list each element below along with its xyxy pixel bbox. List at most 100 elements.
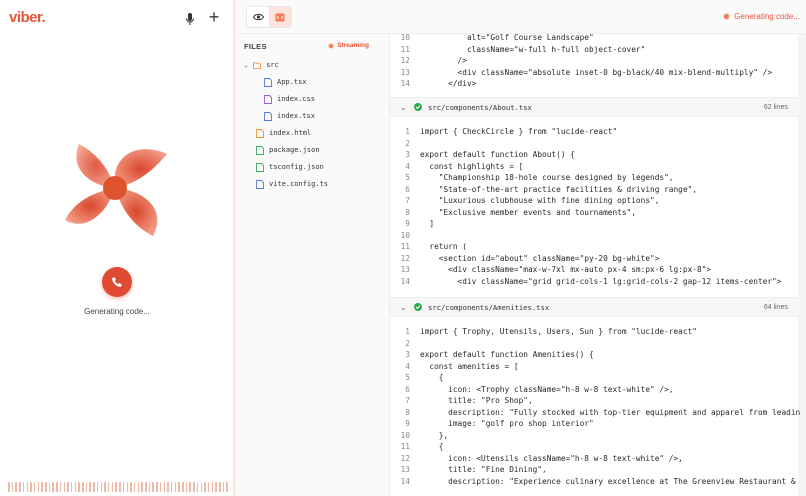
file-vite-config-ts[interactable]: vite.config.ts	[256, 177, 328, 191]
line-number: 11	[400, 44, 410, 54]
line-number: 5	[405, 373, 410, 382]
audio-bar	[148, 482, 151, 492]
audio-bar	[226, 482, 228, 492]
file-path: src/components/About.tsx	[428, 102, 532, 112]
code-line: 8 "Exclusive member events and tournamen…	[390, 207, 636, 219]
file-tsconfig-json[interactable]: tsconfig.json	[256, 160, 324, 174]
code-line: 1 import { Trophy, Utensils, Users, Sun }…	[390, 326, 697, 338]
audio-bar	[30, 482, 32, 492]
streaming-dot-icon	[328, 42, 335, 49]
code-tab[interactable]	[269, 7, 291, 27]
tsx-file-icon	[264, 111, 272, 121]
file-label: vite.config.ts	[269, 180, 329, 188]
audio-bar	[133, 482, 136, 492]
add-icon[interactable]: +	[207, 8, 221, 26]
line-number: 6	[405, 184, 410, 194]
code-text: <section id="about" className="py-20 bg-…	[420, 253, 660, 263]
code-line: 14 </div>	[390, 78, 477, 90]
line-number: 11	[400, 442, 410, 451]
code-viewer: 10 alt="Golf Course Landscape" 11 classNa…	[390, 34, 806, 496]
file-label: App.tsx	[277, 78, 307, 86]
audio-bar	[45, 482, 47, 492]
line-number: 4	[405, 161, 410, 171]
code-line: 4 const highlights = [	[390, 161, 523, 173]
audio-bar	[193, 482, 195, 492]
files-heading: FILES	[244, 42, 267, 51]
line-number: 8	[405, 207, 410, 217]
code-line: 5 {	[390, 372, 443, 384]
audio-bar	[145, 482, 147, 492]
audio-bar	[85, 482, 88, 492]
audio-bar	[159, 482, 162, 492]
file-app-tsx[interactable]: App.tsx	[264, 75, 307, 89]
file-index-html[interactable]: index.html	[256, 126, 311, 140]
file-package-json[interactable]: package.json	[256, 143, 320, 157]
line-number: 1	[405, 327, 410, 336]
css-file-icon	[264, 94, 272, 104]
audio-bar	[141, 482, 143, 492]
audio-bar	[178, 482, 180, 492]
file-path: src/components/Amenities.tsx	[428, 302, 550, 312]
audio-bar	[215, 482, 217, 492]
code-text: {	[420, 373, 444, 382]
audio-bar	[82, 482, 84, 492]
code-line: 10 alt="Golf Course Landscape"	[390, 34, 594, 44]
code-line: 9 image: "golf pro shop interior"	[390, 418, 594, 430]
code-line: 5 "Championship 18-hole course designed …	[390, 172, 673, 184]
code-line: 14 description: "Experience culinary exc…	[390, 476, 796, 488]
code-icon	[275, 13, 285, 21]
code-line: 2	[390, 138, 420, 150]
preview-tab[interactable]	[247, 7, 269, 27]
line-count: 62 lines	[763, 103, 788, 111]
eye-icon	[252, 13, 264, 21]
audio-bar	[67, 482, 69, 492]
call-button[interactable]	[102, 267, 132, 297]
json-file-icon	[256, 162, 264, 172]
line-number: 14	[400, 276, 410, 286]
file-index-css[interactable]: index.css	[264, 92, 315, 106]
file-section-header[interactable]: ⌄ src/components/Amenities.tsx 64 lines	[390, 297, 798, 317]
audio-bar	[59, 482, 62, 492]
html-file-icon	[256, 128, 264, 138]
line-number: 1	[405, 127, 410, 136]
folder-icon	[253, 61, 262, 69]
file-index-tsx[interactable]: index.tsx	[264, 109, 315, 123]
audio-bar	[204, 482, 206, 492]
chevron-down-icon[interactable]: ⌄	[400, 103, 408, 112]
code-text: description: "Fully stocked with top-tie…	[420, 407, 801, 417]
code-line: 9 ]	[390, 218, 434, 230]
audio-bar	[56, 482, 58, 492]
code-line: 13 title: "Fine Dining",	[390, 464, 547, 476]
code-text: <div className="max-w-7xl mx-auto px-4 s…	[420, 265, 712, 274]
code-text: export default function Amenities() {	[420, 350, 594, 359]
code-text: const amenities = [	[420, 361, 519, 371]
file-section-header[interactable]: ⌄ src/components/About.tsx 62 lines	[390, 97, 798, 117]
line-number: 6	[405, 384, 410, 394]
audio-bar	[111, 482, 114, 492]
chevron-down-icon[interactable]: ⌄	[400, 303, 408, 312]
code-line: 13 <div className="max-w-7xl mx-auto px-…	[390, 264, 711, 276]
code-text: title: "Fine Dining",	[420, 465, 547, 474]
line-number: 13	[400, 265, 410, 274]
audio-bar	[63, 482, 66, 492]
code-line: 12 />	[390, 55, 467, 67]
file-explorer: FILES Streaming ⌄ src App.tsx index.css …	[238, 34, 390, 496]
audio-bar	[8, 482, 10, 492]
audio-bar	[207, 482, 210, 492]
code-line: 11 return (	[390, 241, 467, 253]
audio-bar	[219, 482, 221, 492]
code-line: 2	[390, 338, 420, 350]
microphone-icon[interactable]	[183, 12, 197, 26]
code-line: 3 export default function About() {	[390, 149, 575, 161]
code-text: return (	[420, 242, 467, 251]
folder-src[interactable]: ⌄ src	[244, 58, 279, 72]
app-logo: viber.	[9, 9, 46, 26]
phone-icon	[112, 277, 122, 287]
audio-bar	[222, 482, 225, 492]
line-number: 5	[405, 173, 410, 182]
scrollbar[interactable]	[798, 34, 806, 496]
code-text: import { Trophy, Utensils, Users, Sun } …	[420, 327, 697, 336]
code-text: image: "golf pro shop interior"	[420, 419, 594, 428]
audio-bar	[130, 482, 132, 492]
audio-bar	[107, 482, 110, 492]
